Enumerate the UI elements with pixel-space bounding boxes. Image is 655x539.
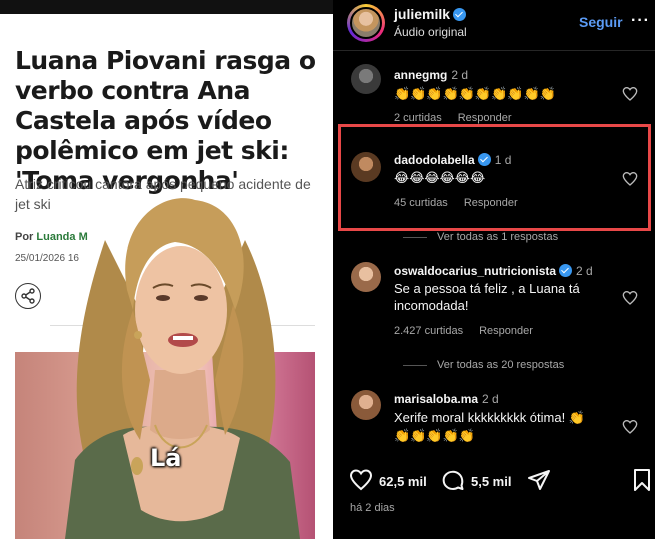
- comment-time: 2 d: [451, 68, 469, 82]
- comment-username[interactable]: marisaloba.ma 2 d: [394, 392, 499, 406]
- avatar[interactable]: [347, 4, 385, 42]
- instagram-panel: juliemilk Áudio original Seguir ··· anne…: [333, 0, 655, 539]
- comment-meta: 2 curtidas Responder: [394, 112, 528, 124]
- top-bar: [0, 0, 333, 14]
- heart-icon[interactable]: [622, 419, 638, 435]
- comment-username[interactable]: annegmg 2 d: [394, 68, 468, 82]
- post-author[interactable]: juliemilk: [394, 6, 467, 22]
- post-timestamp: há 2 dias: [350, 502, 395, 514]
- highlight-annotation: [338, 124, 651, 231]
- share-icon: [21, 288, 35, 304]
- article-panel: Luana Piovani rasga o verbo contra Ana C…: [0, 0, 333, 539]
- divider: [333, 50, 655, 51]
- byline-prefix: Por: [15, 231, 34, 243]
- verified-icon: [453, 8, 467, 21]
- comment-text: 👏👏👏👏👏👏👏👏👏👏: [394, 86, 556, 101]
- avatar[interactable]: [351, 64, 381, 94]
- share-button[interactable]: [15, 283, 41, 309]
- speaking-woman-video: [65, 198, 300, 539]
- video-overlay[interactable]: [45, 180, 333, 539]
- likes-count[interactable]: 62,5 mil: [379, 474, 427, 489]
- avatar[interactable]: [351, 390, 381, 420]
- post-header: juliemilk Áudio original Seguir ···: [333, 0, 655, 46]
- view-replies-link[interactable]: Ver todas as 1 respostas: [403, 231, 558, 243]
- comment-text-line2: 👏👏👏👏👏: [394, 428, 475, 443]
- video-caption: Lá: [150, 444, 182, 472]
- audio-label[interactable]: Áudio original: [394, 25, 467, 39]
- comment-text: Se a pessoa tá feliz , a Luana tá incomo…: [394, 281, 580, 313]
- action-bar: 62,5 mil 5,5 mil: [333, 466, 655, 496]
- post-author-name[interactable]: juliemilk: [394, 6, 450, 22]
- share-send-icon[interactable]: [527, 468, 551, 492]
- reply-button[interactable]: Responder: [458, 112, 512, 124]
- comment-icon[interactable]: [441, 468, 465, 492]
- avatar[interactable]: [351, 262, 381, 292]
- heart-icon[interactable]: [622, 86, 638, 102]
- verified-icon: [559, 264, 573, 277]
- like-count[interactable]: 2 curtidas: [394, 112, 442, 124]
- comment-username-text[interactable]: annegmg: [394, 68, 447, 82]
- comment-username-text[interactable]: oswaldocarius_nutricionista: [394, 264, 556, 278]
- view-replies-link[interactable]: Ver todas as 20 respostas: [403, 359, 564, 371]
- comment-meta: 2.427 curtidas Responder: [394, 325, 549, 337]
- bookmark-icon[interactable]: [630, 468, 654, 492]
- heart-icon[interactable]: [622, 290, 638, 306]
- comment-text: Xerife moral kkkkkkkkk ótima! 👏: [394, 410, 586, 425]
- follow-button[interactable]: Seguir: [579, 14, 623, 30]
- more-options-icon[interactable]: ···: [631, 12, 650, 30]
- like-heart-icon[interactable]: [349, 468, 373, 492]
- like-count[interactable]: 2.427 curtidas: [394, 325, 463, 337]
- comments-count[interactable]: 5,5 mil: [471, 474, 511, 489]
- comment-username-text[interactable]: marisaloba.ma: [394, 392, 478, 406]
- comment-time: 2 d: [576, 264, 593, 278]
- reply-button[interactable]: Responder: [479, 325, 533, 337]
- comment-time: 2 d: [482, 392, 499, 406]
- comment-username[interactable]: oswaldocarius_nutricionista 2 d: [394, 264, 593, 278]
